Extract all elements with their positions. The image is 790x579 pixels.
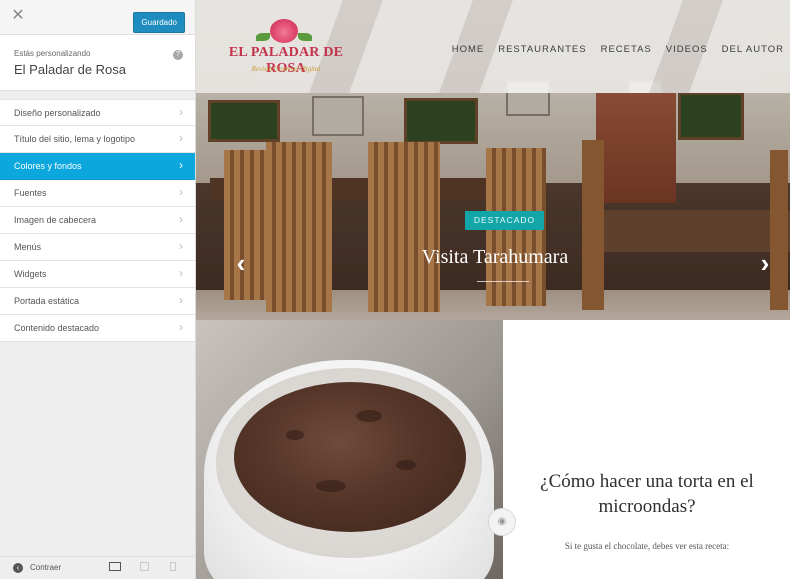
mobile-preview-icon[interactable] <box>170 562 176 571</box>
tablet-preview-icon[interactable] <box>140 562 149 571</box>
chevron-right-icon: › <box>179 105 183 119</box>
menu-item-featured-content[interactable]: Contenido destacado › <box>0 315 195 342</box>
rose-icon <box>270 19 298 43</box>
menu-item-site-identity[interactable]: Título del sitio, lema y logotipo › <box>0 126 195 153</box>
cake-texture <box>356 410 382 422</box>
collapse-button[interactable]: Contraer <box>30 563 61 572</box>
menu-item-custom-design[interactable]: Diseño personalizado › <box>0 99 195 126</box>
chevron-right-icon: › <box>179 239 183 253</box>
featured-post-excerpt: Si te gusta el chocolate, debes ver esta… <box>564 541 730 551</box>
chocolate-cake <box>234 382 466 532</box>
logo-tagline: Revista Gourmet Digital <box>251 65 321 73</box>
nav-home[interactable]: HOME <box>452 44 485 55</box>
customizer-header: ✕ Guardado <box>0 0 195 35</box>
featured-post-card: ¿Cómo hacer una torta en el microondas? … <box>503 320 790 579</box>
menu-item-label: Título del sitio, lema y logotipo <box>14 134 136 144</box>
leaf-icon <box>256 33 270 41</box>
chevron-right-icon: › <box>179 266 183 280</box>
customizer-sidebar: ✕ Guardado Estás personalizando El Palad… <box>0 0 196 579</box>
chevron-left-icon[interactable]: ‹ <box>230 250 252 276</box>
menu-item-label: Portada estática <box>14 296 80 306</box>
chevron-right-icon: › <box>179 131 183 145</box>
menu-item-widgets[interactable]: Widgets › <box>0 261 195 288</box>
menu-item-label: Imagen de cabecera <box>14 215 97 225</box>
close-icon[interactable]: ✕ <box>10 8 26 24</box>
menu-item-label: Fuentes <box>14 188 47 198</box>
leaf-icon <box>298 33 312 41</box>
chevron-right-icon: › <box>179 293 183 307</box>
hero-overlay <box>196 93 790 320</box>
cake-texture <box>286 430 304 440</box>
featured-post-image[interactable] <box>196 320 503 579</box>
desktop-preview-icon[interactable] <box>109 562 121 571</box>
menu-item-label: Diseño personalizado <box>14 108 101 118</box>
menu-item-label: Widgets <box>14 269 47 279</box>
main-nav: HOME RESTAURANTES RECETAS VIDEOS DEL AUT… <box>452 44 784 55</box>
help-icon[interactable]: ? <box>173 50 183 60</box>
menu-item-label: Menús <box>14 242 42 252</box>
nav-restaurantes[interactable]: RESTAURANTES <box>498 44 586 55</box>
slide-divider <box>477 281 529 282</box>
cake-texture <box>316 480 346 492</box>
slide-title[interactable]: Visita Tarahumara <box>376 246 614 269</box>
collapse-icon[interactable]: ‹ <box>13 563 23 573</box>
nav-del-autor[interactable]: DEL AUTOR <box>722 44 784 55</box>
menu-item-fonts[interactable]: Fuentes › <box>0 180 195 207</box>
featured-badge[interactable]: DESTACADO <box>465 211 544 230</box>
chevron-right-icon: › <box>179 158 183 172</box>
site-preview: EL PALADAR DE ROSA Revista Gourmet Digit… <box>196 0 790 579</box>
menu-item-menus[interactable]: Menús › <box>0 234 195 261</box>
chevron-right-icon: › <box>179 212 183 226</box>
chevron-right-icon: › <box>179 185 183 199</box>
site-logo[interactable]: EL PALADAR DE ROSA Revista Gourmet Digit… <box>224 19 348 79</box>
menu-item-label: Contenido destacado <box>14 323 100 333</box>
featured-post-title[interactable]: ¿Cómo hacer una torta en el microondas? <box>517 469 777 519</box>
nav-recetas[interactable]: RECETAS <box>601 44 652 55</box>
camera-icon[interactable]: ◉ <box>488 508 516 536</box>
customizer-menu: Diseño personalizado › Título del sitio,… <box>0 99 195 342</box>
cake-texture <box>396 460 416 470</box>
menu-item-colors[interactable]: Colores y fondos › <box>0 153 195 180</box>
menu-item-header-image[interactable]: Imagen de cabecera › <box>0 207 195 234</box>
customizer-footer: ‹ Contraer <box>0 556 195 579</box>
menu-item-static-front-page[interactable]: Portada estática › <box>0 288 195 315</box>
save-button[interactable]: Guardado <box>133 12 185 33</box>
nav-videos[interactable]: VIDEOS <box>666 44 708 55</box>
site-name: El Paladar de Rosa <box>14 62 127 77</box>
customizer-info: Estás personalizando El Paladar de Rosa … <box>0 35 195 91</box>
chevron-right-icon: › <box>179 320 183 334</box>
menu-item-label: Colores y fondos <box>14 161 82 171</box>
chevron-right-icon[interactable]: › <box>754 250 776 276</box>
hero-slider: EL PALADAR DE ROSA Revista Gourmet Digit… <box>196 0 790 320</box>
editing-label: Estás personalizando <box>14 49 91 58</box>
